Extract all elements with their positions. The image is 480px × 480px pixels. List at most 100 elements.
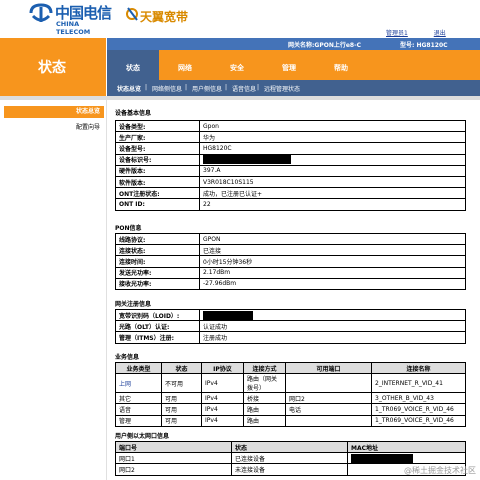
cell: 网口2 bbox=[285, 392, 372, 405]
subtab-user-side[interactable]: 用户侧信息 bbox=[192, 84, 222, 93]
table-row: ONT ID: 22 bbox=[115, 198, 466, 211]
services-title: 业务信息 bbox=[115, 354, 140, 361]
subtab-network-side[interactable]: 网络侧信息 bbox=[152, 84, 182, 93]
col-header: 业务类型 bbox=[115, 361, 162, 375]
cell: 已连接设备 bbox=[231, 452, 348, 465]
cell bbox=[285, 414, 372, 427]
ports-title: 用户侧以太网口信息 bbox=[115, 433, 170, 440]
value: 华为 bbox=[199, 131, 466, 144]
col-header: MAC地址 bbox=[347, 440, 466, 454]
table-row: 线路协议: GPON bbox=[115, 232, 466, 246]
service-link[interactable]: 上网 bbox=[115, 373, 162, 394]
sidebar-item-wizard[interactable]: 配置向导 bbox=[4, 122, 104, 134]
cell: IPv4 bbox=[201, 373, 244, 394]
col-header: IP协议 bbox=[201, 361, 244, 375]
label: 设备标识号: bbox=[115, 153, 200, 166]
device-info-title: 设备基本信息 bbox=[115, 110, 152, 117]
cell: 桥接 bbox=[243, 392, 286, 405]
value: 成功，已注册已认证+ bbox=[199, 187, 466, 200]
label: 接收光功率: bbox=[115, 277, 200, 290]
logo-ty-cn: 天翼宽带 bbox=[140, 10, 189, 24]
sidebar-item-overview[interactable]: 状态总览 bbox=[4, 106, 104, 118]
subtab-voice[interactable]: 语音信息 bbox=[232, 84, 256, 93]
watermark: @稀土掘金技术社区 bbox=[404, 466, 476, 475]
col-header: 端口号 bbox=[115, 440, 232, 454]
table-row: 设备类型: Gpon bbox=[115, 119, 466, 133]
subtab-overview[interactable]: 状态总览 bbox=[117, 84, 141, 93]
col-header: 状态 bbox=[161, 361, 202, 375]
registration-table: 宽带识别码（LOID）: 光路（OLT）认证: 认证成功 管理（ITMS）注册: 注… bbox=[115, 308, 466, 344]
tab-management[interactable]: 管理 bbox=[263, 50, 315, 80]
label: 设备型号: bbox=[115, 142, 200, 155]
table-row: 软件版本: V3R018C10S115 bbox=[115, 175, 466, 189]
services-table: 业务类型 状态 IP协议 连接方式 可用端口 连接名称 上网 不可用 IPv4 … bbox=[115, 361, 466, 427]
value: 0小时15分钟36秒 bbox=[199, 255, 466, 268]
table-row: 设备标识号: bbox=[115, 153, 466, 166]
value: 认证成功 bbox=[199, 320, 466, 333]
cell: 2_INTERNET_R_VID_41 bbox=[371, 373, 466, 394]
table-row: 生产厂家: 华为 bbox=[115, 131, 466, 144]
cell: 未连接设备 bbox=[231, 463, 348, 476]
redaction-block bbox=[203, 155, 291, 165]
value: 22 bbox=[199, 198, 466, 211]
tab-security[interactable]: 安全 bbox=[211, 50, 263, 80]
col-header: 连接名称 bbox=[371, 361, 466, 375]
cell: IPv4 bbox=[201, 403, 244, 416]
cell: 可用 bbox=[161, 414, 202, 427]
value-redacted bbox=[199, 153, 466, 166]
table-row: 上网 不可用 IPv4 路由（网关拨号） 2_INTERNET_R_VID_41 bbox=[115, 373, 466, 394]
label: 发送光功率: bbox=[115, 266, 200, 279]
cell: 可用 bbox=[161, 403, 202, 416]
logo-ct-en: CHINA TELECOM bbox=[56, 20, 91, 36]
user-link[interactable]: 管理员1 bbox=[386, 30, 408, 37]
china-telecom-logo: 中国电信 CHINA TELECOM bbox=[28, 2, 113, 36]
tianyi-logo-icon bbox=[126, 7, 138, 21]
value: 注册成功 bbox=[199, 331, 466, 344]
value: V3R018C10S115 bbox=[199, 175, 466, 189]
sidebar: 状态总览 配置向导 bbox=[0, 100, 107, 480]
cell bbox=[285, 373, 372, 394]
cell: 1_TR069_VOICE_R_VID_46 bbox=[371, 403, 466, 416]
value: 2.17dBm bbox=[199, 266, 466, 279]
main-nav: 状态 网络 安全 管理 帮助 bbox=[107, 50, 480, 80]
cell: 管理 bbox=[115, 414, 162, 427]
cell: IPv4 bbox=[201, 392, 244, 405]
cell: 网口2 bbox=[115, 463, 232, 476]
cell: 路由（网关拨号） bbox=[243, 373, 286, 394]
device-info-table: 设备类型: Gpon 生产厂家: 华为 设备型号: HG8120C 设备标识号: 硬件… bbox=[115, 119, 466, 211]
label: 连接时间: bbox=[115, 255, 200, 268]
col-header: 状态 bbox=[231, 440, 348, 454]
value: GPON bbox=[199, 232, 466, 246]
table-row: 发送光功率: 2.17dBm bbox=[115, 266, 466, 279]
tianyi-logo: 天翼宽带 bbox=[126, 4, 206, 32]
pon-info-title: PON信息 bbox=[115, 225, 142, 232]
label: 连接状态: bbox=[115, 244, 200, 257]
sub-nav: 状态总览 | 网络侧信息 | 用户侧信息 | 语音信息 | 远程管理状态 bbox=[107, 80, 480, 96]
subtab-remote-mgmt[interactable]: 远程管理状态 bbox=[264, 84, 300, 93]
table-row: 光路（OLT）认证: 认证成功 bbox=[115, 320, 466, 333]
table-row: 设备型号: HG8120C bbox=[115, 142, 466, 155]
redaction-block bbox=[203, 310, 253, 320]
table-row: 语音 可用 IPv4 路由 电话 1_TR069_VOICE_R_VID_46 bbox=[115, 403, 466, 416]
cell: 路由 bbox=[243, 403, 286, 416]
china-telecom-logo-icon bbox=[29, 3, 53, 22]
value-redacted bbox=[199, 308, 466, 322]
table-header-row: 端口号 状态 MAC地址 bbox=[115, 440, 466, 454]
cell: 电话 bbox=[285, 403, 372, 416]
header: 中国电信 CHINA TELECOM 天翼宽带 管理员1 退出 bbox=[0, 0, 480, 38]
tab-network[interactable]: 网络 bbox=[159, 50, 211, 80]
value: -27.96dBm bbox=[199, 277, 466, 290]
table-row: 管理 可用 IPv4 路由 1_TR069_VOICE_R_VID_46 bbox=[115, 414, 466, 427]
label: 光路（OLT）认证: bbox=[115, 320, 200, 333]
cell: IPv4 bbox=[201, 414, 244, 427]
cell: 不可用 bbox=[161, 373, 202, 394]
table-row: ONT注册状态: 成功，已注册已认证+ bbox=[115, 187, 466, 200]
registration-title: 网关注册信息 bbox=[115, 301, 152, 308]
label: 设备类型: bbox=[115, 119, 200, 133]
cell: 1_TR069_VOICE_R_VID_46 bbox=[371, 414, 466, 427]
logout-link[interactable]: 退出 bbox=[434, 30, 446, 37]
label: ONT ID: bbox=[115, 198, 200, 211]
tab-help[interactable]: 帮助 bbox=[315, 50, 367, 80]
value: Gpon bbox=[199, 119, 466, 133]
tab-status[interactable]: 状态 bbox=[107, 50, 159, 80]
